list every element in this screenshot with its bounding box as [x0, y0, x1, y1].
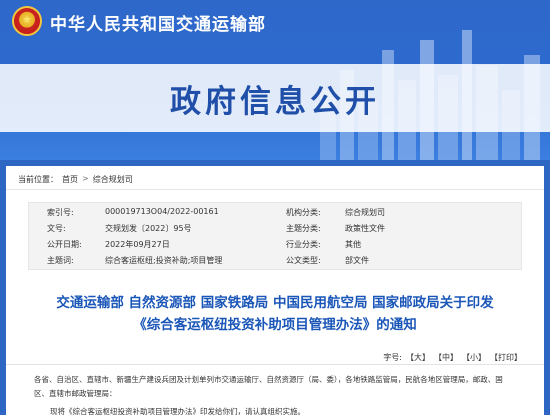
- metadata-value: 其他: [345, 240, 361, 249]
- national-emblem-icon[interactable]: ★: [12, 6, 42, 36]
- metadata-row: 公开日期: 2022年09月27日 行业分类: 其他: [29, 239, 523, 252]
- metadata-key: 公开日期:: [47, 240, 82, 249]
- metadata-value: 政策性文件: [345, 224, 385, 233]
- divider: [6, 364, 544, 365]
- content-panel: 当前位置： 首页 > 综合规划司 索引号: 000019713O04/2022-…: [6, 166, 544, 415]
- metadata-row: 文号: 交规划发〔2022〕95号 主题分类: 政策性文件: [29, 223, 523, 236]
- metadata-row: 索引号: 000019713O04/2022-00161 机构分类: 综合规划司: [29, 207, 523, 220]
- metadata-key: 主题分类:: [286, 224, 321, 233]
- divider: [6, 189, 544, 190]
- metadata-value: 2022年09月27日: [105, 240, 170, 249]
- font-size-label: 字号:: [383, 353, 402, 362]
- metadata-key: 文号:: [47, 224, 66, 233]
- breadcrumb: 当前位置： 首页 > 综合规划司: [18, 174, 133, 185]
- document-title-line: 交通运输部 自然资源部 国家铁路局 中国民用航空局 国家邮政局关于印发: [56, 295, 494, 311]
- font-size-medium-button[interactable]: 【中】: [434, 352, 458, 363]
- metadata-key: 索引号:: [47, 208, 74, 217]
- body-paragraph: 各省、自治区、直辖市、新疆生产建设兵团及计划单列市交通运输厅、自然资源厅（局、委…: [34, 375, 503, 384]
- print-button[interactable]: 【打印】: [490, 352, 522, 363]
- metadata-value: 000019713O04/2022-00161: [105, 207, 219, 216]
- metadata-value: 交规划发〔2022〕95号: [105, 224, 192, 233]
- body-paragraph: 区、直辖市邮政管理局：: [34, 389, 117, 398]
- metadata-value: 部文件: [345, 256, 369, 265]
- font-size-controls: 字号: 【大】 【中】 【小】 【打印】: [383, 352, 522, 363]
- body-paragraph: 现将《综合客运枢纽投资补助项目管理办法》印发给你们，请认真组织实施。: [50, 407, 305, 415]
- document-title: 交通运输部 自然资源部 国家铁路局 中国民用航空局 国家邮政局关于印发 《综合客…: [6, 292, 544, 336]
- metadata-value: 综合规划司: [345, 208, 385, 217]
- metadata-key: 行业分类:: [286, 240, 321, 249]
- breadcrumb-separator: >: [82, 174, 89, 183]
- site-title[interactable]: 中华人民共和国交通运输部: [50, 10, 266, 35]
- metadata-key: 机构分类:: [286, 208, 321, 217]
- breadcrumb-home-link[interactable]: 首页: [62, 174, 78, 185]
- font-size-large-button[interactable]: 【大】: [406, 352, 430, 363]
- font-size-small-button[interactable]: 【小】: [462, 352, 486, 363]
- banner-heading: 政府信息公开: [170, 84, 380, 120]
- metadata-key: 主题词:: [47, 256, 74, 265]
- metadata-row: 主题词: 综合客运枢纽;投资补助;项目管理 公文类型: 部文件: [29, 255, 523, 268]
- document-title-line: 《综合客运枢纽投资补助项目管理办法》的通知: [133, 317, 417, 333]
- header-banner: ★ 中华人民共和国交通运输部 政府信息公开: [0, 0, 550, 160]
- metadata-key: 公文类型:: [286, 256, 321, 265]
- document-metadata-table: 索引号: 000019713O04/2022-00161 机构分类: 综合规划司…: [28, 202, 522, 270]
- metadata-value: 综合客运枢纽;投资补助;项目管理: [105, 256, 223, 265]
- breadcrumb-label: 当前位置：: [18, 175, 58, 184]
- breadcrumb-department-link[interactable]: 综合规划司: [93, 174, 133, 185]
